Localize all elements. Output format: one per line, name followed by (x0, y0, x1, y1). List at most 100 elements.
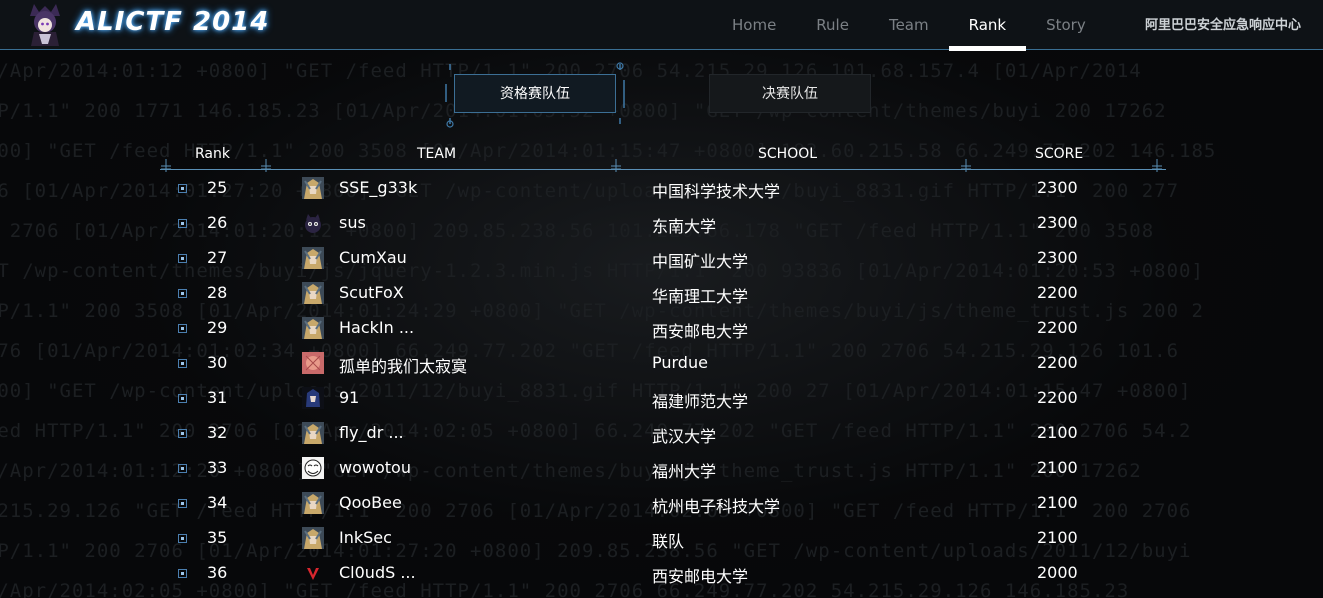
header-divider (160, 169, 1166, 170)
team-name[interactable]: Cl0udS ... (339, 563, 416, 582)
rank-table-header: Rank TEAM SCHOOL SCORE (160, 140, 1166, 172)
nav-rule[interactable]: Rule (796, 0, 869, 50)
team-name[interactable]: sus (339, 213, 366, 232)
school-name: 东南大学 (652, 217, 717, 236)
table-row[interactable]: 36 Cl0udS ... 西安邮电大学 2000 (0, 556, 1323, 591)
school-name: 武汉大学 (652, 427, 717, 446)
nav-rank[interactable]: Rank (948, 0, 1027, 51)
team-name[interactable]: 91 (339, 388, 359, 407)
rank-value: 36 (207, 563, 228, 582)
table-row[interactable]: 28 ScutFoX 华南理工大学 2200 (0, 276, 1323, 311)
rank-value: 31 (207, 388, 228, 407)
team-avatar (302, 562, 324, 584)
team-name[interactable]: fly_dr ... (339, 423, 404, 442)
team-avatar (302, 282, 324, 304)
table-row[interactable]: 33 wowotou 福州大学 2100 (0, 451, 1323, 486)
table-row[interactable]: 34 QooBee 杭州电子科技大学 2100 (0, 486, 1323, 521)
row-marker-icon (178, 569, 187, 578)
school-name: 西安邮电大学 (652, 322, 749, 341)
team-avatar (302, 317, 324, 339)
team-avatar (302, 422, 324, 444)
team-name[interactable]: wowotou (339, 458, 411, 477)
team-avatar (302, 352, 324, 374)
team-avatar (302, 527, 324, 549)
score-value: 2300 (1037, 248, 1078, 267)
score-value: 2200 (1037, 318, 1078, 337)
school-name: Purdue (652, 353, 708, 372)
row-marker-icon (178, 184, 187, 193)
logo-mascot-icon[interactable] (24, 2, 66, 46)
table-row[interactable]: 27 CumXau 中国矿业大学 2300 (0, 241, 1323, 276)
nav-team[interactable]: Team (869, 0, 949, 50)
row-marker-icon (178, 289, 187, 298)
team-name[interactable]: SSE_g33k (339, 178, 417, 197)
rank-value: 30 (207, 353, 228, 372)
score-value: 2000 (1037, 563, 1078, 582)
school-name: 福州大学 (652, 462, 717, 481)
school-name: 西安邮电大学 (652, 567, 749, 586)
main-nav: Home Rule Team Rank Story (712, 0, 1106, 51)
table-row[interactable]: 26 sus 东南大学 2300 (0, 206, 1323, 241)
row-marker-icon (178, 324, 187, 333)
team-avatar (302, 387, 324, 409)
rank-value: 27 (207, 248, 228, 267)
score-value: 2100 (1037, 458, 1078, 477)
team-avatar (302, 177, 324, 199)
table-row[interactable]: 30 孤单的我们太寂寞 Purdue 2200 (0, 346, 1323, 381)
table-row[interactable]: 35 InkSec 联队 2100 (0, 521, 1323, 556)
organization-name[interactable]: 阿里巴巴安全应急响应中心 (1145, 0, 1301, 50)
rank-value: 33 (207, 458, 228, 477)
table-row[interactable]: 31 91 福建师范大学 2200 (0, 381, 1323, 416)
score-value: 2100 (1037, 528, 1078, 547)
row-marker-icon (178, 359, 187, 368)
column-header-school: SCHOOL (758, 146, 818, 162)
team-avatar (302, 457, 324, 479)
score-value: 2200 (1037, 388, 1078, 407)
table-row[interactable]: 32 fly_dr ... 武汉大学 2100 (0, 416, 1323, 451)
site-logo-text[interactable]: ALICTF 2014 (76, 7, 269, 37)
row-marker-icon (178, 499, 187, 508)
row-marker-icon (178, 464, 187, 473)
rank-value: 34 (207, 493, 228, 512)
tab-qualifier-teams[interactable]: 资格赛队伍 (454, 74, 616, 113)
score-value: 2200 (1037, 283, 1078, 302)
top-navbar: ALICTF 2014 Home Rule Team Rank Story 阿里… (0, 0, 1323, 51)
team-avatar (302, 212, 324, 234)
school-name: 福建师范大学 (652, 392, 749, 411)
rank-value: 26 (207, 213, 228, 232)
school-name: 联队 (652, 532, 685, 551)
score-value: 2100 (1037, 493, 1078, 512)
team-avatar (302, 492, 324, 514)
table-row[interactable]: 29 HackIn ... 西安邮电大学 2200 (0, 311, 1323, 346)
row-marker-icon (178, 534, 187, 543)
school-name: 中国科学技术大学 (652, 182, 781, 201)
rank-value: 32 (207, 423, 228, 442)
score-value: 2300 (1037, 178, 1078, 197)
column-header-team: TEAM (417, 146, 457, 162)
school-name: 杭州电子科技大学 (652, 497, 781, 516)
rank-value: 29 (207, 318, 228, 337)
school-name: 中国矿业大学 (652, 252, 749, 271)
row-marker-icon (178, 219, 187, 228)
column-header-rank: Rank (195, 146, 230, 162)
team-name[interactable]: QooBee (339, 493, 402, 512)
score-value: 2100 (1037, 423, 1078, 442)
rank-value: 35 (207, 528, 228, 547)
team-name[interactable]: ScutFoX (339, 283, 404, 302)
tab-final-teams[interactable]: 决赛队伍 (709, 74, 871, 113)
row-marker-icon (178, 254, 187, 263)
team-name[interactable]: CumXau (339, 248, 407, 267)
column-header-score: SCORE (1035, 146, 1084, 162)
team-name[interactable]: 孤单的我们太寂寞 (339, 353, 467, 377)
table-row[interactable]: 25 SSE_g33k 中国科学技术大学 2300 (0, 171, 1323, 206)
rank-value: 28 (207, 283, 228, 302)
team-name[interactable]: HackIn ... (339, 318, 414, 337)
score-value: 2200 (1037, 353, 1078, 372)
team-name[interactable]: InkSec (339, 528, 392, 547)
school-name: 华南理工大学 (652, 287, 749, 306)
nav-story[interactable]: Story (1026, 0, 1106, 50)
nav-home[interactable]: Home (712, 0, 796, 50)
row-marker-icon (178, 429, 187, 438)
team-type-tabs: 资格赛队伍 决赛队伍 (0, 62, 1323, 132)
team-avatar (302, 247, 324, 269)
